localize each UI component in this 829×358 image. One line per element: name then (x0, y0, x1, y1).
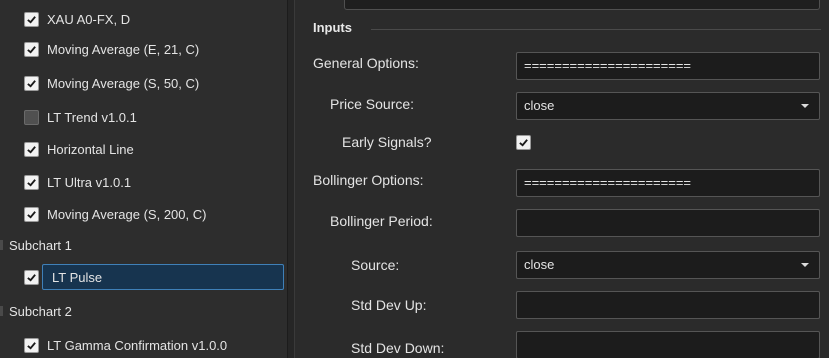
tree-item-horizontal-line[interactable]: Horizontal Line (0, 138, 287, 160)
tree-item-ma-s200[interactable]: Moving Average (S, 200, C) (0, 203, 287, 225)
std-dev-down-input[interactable] (516, 331, 820, 358)
top-field (344, 0, 820, 10)
checkbox[interactable] (24, 174, 39, 190)
price-source-value: close (524, 98, 555, 113)
tree-item-lt-ultra[interactable]: LT Ultra v1.0.1 (0, 171, 287, 193)
early-signals-label: Early Signals? (342, 134, 432, 150)
group-label: Subchart 2 (9, 303, 72, 319)
chevron-down-icon (801, 263, 809, 267)
std-dev-up-input[interactable] (516, 291, 820, 319)
early-signals-checkbox[interactable] (516, 135, 531, 150)
price-source-select[interactable]: close (516, 92, 820, 120)
bollinger-period-label: Bollinger Period: (330, 213, 433, 229)
source-value: close (524, 257, 555, 272)
source-select[interactable]: close (516, 251, 820, 279)
inputs-header: Inputs (313, 20, 352, 35)
price-source-label: Price Source: (330, 96, 415, 112)
bollinger-options-label: Bollinger Options: (313, 172, 424, 188)
tree-item-label: Moving Average (E, 21, C) (47, 41, 200, 57)
checkbox[interactable] (24, 269, 39, 285)
inputs-panel: Inputs General Options: ================… (295, 0, 829, 358)
tree-item-ma-e21[interactable]: Moving Average (E, 21, C) (0, 38, 287, 60)
bollinger-options-field[interactable]: ====================== (516, 169, 820, 197)
group-marker (0, 240, 3, 250)
bollinger-period-input[interactable] (516, 209, 820, 237)
tree-item-label: LT Pulse (52, 269, 103, 285)
indicator-tree-panel: XAU A0-FX, D Moving Average (E, 21, C) M… (0, 0, 287, 358)
tree-item-label: Horizontal Line (47, 141, 134, 157)
tree-item-label: Moving Average (S, 200, C) (47, 206, 207, 222)
checkbox[interactable] (24, 337, 39, 353)
tree-item-label: Moving Average (S, 50, C) (47, 75, 200, 91)
tree-group-subchart-2[interactable]: Subchart 2 (0, 300, 287, 322)
tree-item-lt-pulse[interactable]: LT Pulse (0, 266, 287, 288)
tree-item-label: XAU A0-FX, D (47, 11, 131, 27)
checkbox[interactable] (24, 109, 39, 125)
chevron-down-icon (801, 104, 809, 108)
tree-item-label: LT Ultra v1.0.1 (47, 174, 132, 190)
source-label: Source: (351, 257, 400, 273)
panel-splitter[interactable] (287, 0, 295, 358)
checkbox[interactable] (24, 41, 39, 57)
general-options-field[interactable]: ====================== (516, 52, 820, 80)
group-marker (0, 306, 3, 316)
tree-item-lt-gamma[interactable]: LT Gamma Confirmation v1.0.0 (0, 334, 287, 356)
tree-item-ma-s50[interactable]: Moving Average (S, 50, C) (0, 72, 287, 94)
tree-item-xau[interactable]: XAU A0-FX, D (0, 8, 287, 30)
checkbox[interactable] (24, 141, 39, 157)
tree-item-label: LT Trend v1.0.1 (47, 109, 137, 125)
header-divider (371, 29, 821, 30)
general-options-label: General Options: (313, 55, 419, 71)
tree-item-lt-trend[interactable]: LT Trend v1.0.1 (0, 106, 287, 128)
std-dev-up-label: Std Dev Up: (351, 297, 427, 313)
checkbox[interactable] (24, 11, 39, 27)
std-dev-down-label: Std Dev Down: (351, 340, 445, 356)
checkbox[interactable] (24, 206, 39, 222)
group-label: Subchart 1 (9, 237, 72, 253)
tree-group-subchart-1[interactable]: Subchart 1 (0, 234, 287, 256)
tree-item-label: LT Gamma Confirmation v1.0.0 (47, 337, 228, 353)
checkbox[interactable] (24, 75, 39, 91)
